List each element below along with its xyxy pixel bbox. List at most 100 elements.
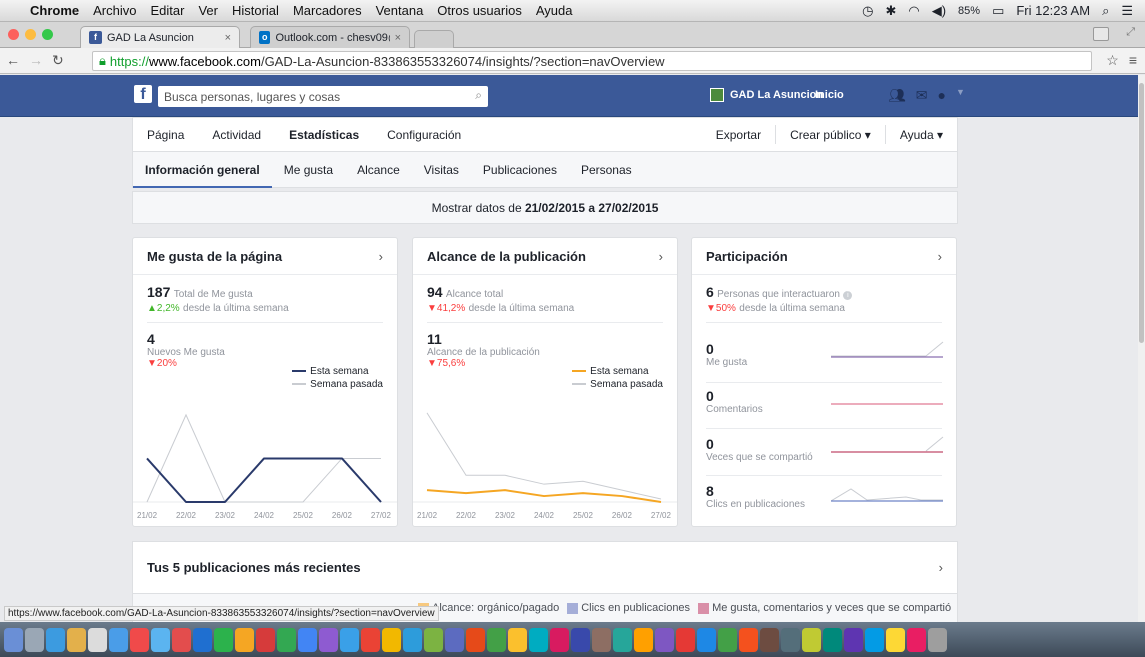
- tab-publicaciones[interactable]: Publicaciones: [471, 152, 569, 188]
- bluetooth-icon[interactable]: ✱: [885, 3, 896, 19]
- dock-app-icon[interactable]: [529, 627, 548, 652]
- messages-icon[interactable]: ✉: [916, 87, 928, 104]
- create-audience-button[interactable]: Crear público ▾: [776, 128, 885, 142]
- menu-historial[interactable]: Historial: [232, 3, 279, 18]
- dock-app-icon[interactable]: [550, 627, 569, 652]
- menu-ayuda[interactable]: Ayuda: [536, 3, 573, 18]
- address-bar[interactable]: 🔒︎ https://www.facebook.com/GAD-La-Asunc…: [92, 51, 1092, 71]
- close-tab-icon[interactable]: ×: [395, 32, 401, 44]
- dock-app-icon[interactable]: [718, 627, 737, 652]
- dock-app-icon[interactable]: [487, 627, 506, 652]
- dock-app-icon[interactable]: [865, 627, 884, 652]
- search-icon[interactable]: ⌕: [475, 88, 482, 103]
- dock-app-icon[interactable]: [445, 627, 464, 652]
- reload-icon[interactable]: ↻: [52, 52, 64, 69]
- volume-icon[interactable]: ◀): [932, 3, 946, 19]
- dock-app-icon[interactable]: [340, 627, 359, 652]
- tab-visitas[interactable]: Visitas: [412, 152, 471, 188]
- search-input[interactable]: Busca personas, lugares y cosas ⌕: [158, 86, 488, 107]
- tab-personas[interactable]: Personas: [569, 152, 644, 188]
- dock-app-icon[interactable]: [928, 627, 947, 652]
- bookmark-star-icon[interactable]: ☆: [1106, 52, 1119, 69]
- dock-app-icon[interactable]: [508, 627, 527, 652]
- menu-otros-usuarios[interactable]: Otros usuarios: [437, 3, 522, 18]
- facebook-logo-icon[interactable]: f: [134, 85, 152, 103]
- engagement-card-header[interactable]: Participación ›: [692, 238, 956, 275]
- menu-ventana[interactable]: Ventana: [376, 3, 424, 18]
- dock-app-icon[interactable]: [67, 627, 86, 652]
- profile-link[interactable]: GAD La Asuncion: [710, 88, 823, 102]
- chevron-right-icon[interactable]: ›: [659, 249, 663, 264]
- tab-alcance[interactable]: Alcance: [345, 152, 412, 188]
- dock-app-icon[interactable]: [382, 627, 401, 652]
- menu-marcadores[interactable]: Marcadores: [293, 3, 362, 18]
- forward-icon[interactable]: →: [29, 52, 43, 69]
- battery-icon[interactable]: ▭: [992, 3, 1004, 19]
- dock-app-icon[interactable]: [235, 627, 254, 652]
- notifications-icon[interactable]: ●: [938, 87, 946, 104]
- dock-app-icon[interactable]: [844, 627, 863, 652]
- date-range-bar[interactable]: Mostrar datos de 21/02/2015 a 27/02/2015: [132, 191, 958, 224]
- info-icon[interactable]: i: [843, 291, 853, 300]
- dock-app-icon[interactable]: [613, 627, 632, 652]
- tab-actividad[interactable]: Actividad: [198, 128, 275, 142]
- dock-app-icon[interactable]: [25, 627, 44, 652]
- dock-app-icon[interactable]: [592, 627, 611, 652]
- dock-app-icon[interactable]: [193, 627, 212, 652]
- battery-percent[interactable]: 85%: [958, 5, 980, 17]
- notification-center-icon[interactable]: ☰: [1121, 3, 1133, 19]
- clock[interactable]: Fri 12:23 AM: [1016, 3, 1090, 18]
- back-icon[interactable]: ←: [6, 52, 20, 69]
- profile-icon[interactable]: [1093, 27, 1109, 41]
- scrollbar-thumb[interactable]: [1139, 83, 1144, 343]
- tab-me-gusta[interactable]: Me gusta: [272, 152, 345, 188]
- reach-card-header[interactable]: Alcance de la publicación ›: [413, 238, 677, 275]
- dock-app-icon[interactable]: [886, 627, 905, 652]
- dock-app-icon[interactable]: [634, 627, 653, 652]
- dock-app-icon[interactable]: [172, 627, 191, 652]
- account-menu-chevron-icon[interactable]: ▼: [956, 87, 965, 104]
- dock-app-icon[interactable]: [823, 627, 842, 652]
- menu-editar[interactable]: Editar: [150, 3, 184, 18]
- help-button[interactable]: Ayuda ▾: [886, 128, 957, 142]
- tab-configuracion[interactable]: Configuración: [373, 128, 475, 142]
- tab-outlook[interactable]: o Outlook.com - chesv09@h ×: [250, 26, 410, 48]
- menu-ver[interactable]: Ver: [198, 3, 218, 18]
- dock-app-icon[interactable]: [130, 627, 149, 652]
- recent-posts-header[interactable]: Tus 5 publicaciones más recientes ›: [132, 541, 958, 593]
- chevron-right-icon[interactable]: ›: [938, 249, 942, 264]
- dock-app-icon[interactable]: [4, 627, 23, 652]
- dock-app-icon[interactable]: [214, 627, 233, 652]
- close-tab-icon[interactable]: ×: [225, 32, 231, 44]
- dock-app-icon[interactable]: [88, 627, 107, 652]
- dock-app-icon[interactable]: [760, 627, 779, 652]
- dock-app-icon[interactable]: [151, 627, 170, 652]
- tab-informacion-general[interactable]: Información general: [133, 152, 272, 188]
- close-window-icon[interactable]: [8, 29, 19, 40]
- dock-app-icon[interactable]: [319, 627, 338, 652]
- menu-app-name[interactable]: Chrome: [30, 3, 79, 18]
- dock-app-icon[interactable]: [655, 627, 674, 652]
- dock-app-icon[interactable]: [361, 627, 380, 652]
- page-scrollbar[interactable]: [1138, 75, 1145, 639]
- dock-app-icon[interactable]: [781, 627, 800, 652]
- minimize-window-icon[interactable]: [25, 29, 36, 40]
- time-machine-icon[interactable]: ◷: [862, 3, 873, 19]
- menu-archivo[interactable]: Archivo: [93, 3, 136, 18]
- fullscreen-icon[interactable]: ⤢: [1126, 26, 1135, 39]
- dock-app-icon[interactable]: [424, 627, 443, 652]
- home-link[interactable]: Inicio: [815, 89, 844, 101]
- dock-app-icon[interactable]: [907, 627, 926, 652]
- dock-app-icon[interactable]: [802, 627, 821, 652]
- dock-app-icon[interactable]: [277, 627, 296, 652]
- tab-estadisticas[interactable]: Estadísticas: [275, 128, 373, 142]
- dock-app-icon[interactable]: [466, 627, 485, 652]
- spotlight-icon[interactable]: ⌕: [1102, 3, 1109, 19]
- likes-card-header[interactable]: Me gusta de la página ›: [133, 238, 397, 275]
- tab-pagina[interactable]: Página: [133, 128, 198, 142]
- dock-app-icon[interactable]: [739, 627, 758, 652]
- dock-app-icon[interactable]: [109, 627, 128, 652]
- dock-app-icon[interactable]: [697, 627, 716, 652]
- tab-gad-la-asuncion[interactable]: f GAD La Asuncion ×: [80, 26, 240, 48]
- chrome-menu-icon[interactable]: ≡: [1129, 52, 1137, 69]
